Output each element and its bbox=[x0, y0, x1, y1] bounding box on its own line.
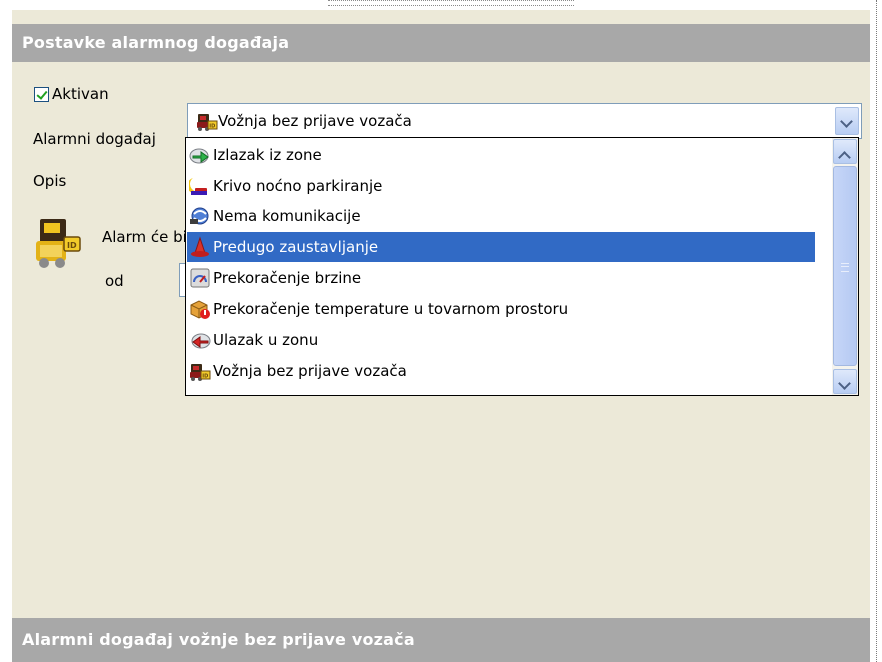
list-item[interactable]: Nema komunikacije bbox=[187, 201, 815, 231]
selected-event-label: Vožnja bez prijave vozača bbox=[218, 112, 412, 130]
list-item-label: Izlazak iz zone bbox=[213, 146, 322, 164]
list-item[interactable]: Prekoračenje brzine bbox=[187, 263, 815, 293]
traffic-cone-icon bbox=[191, 236, 209, 257]
dropdown-button[interactable] bbox=[835, 107, 859, 135]
window-border bbox=[876, 0, 877, 662]
truck-id-icon: ID bbox=[197, 114, 218, 131]
list-item[interactable]: Krivo noćno parkiranje bbox=[187, 171, 815, 201]
scroll-thumb[interactable] bbox=[833, 166, 857, 366]
active-checkbox-label: Aktivan bbox=[52, 85, 109, 103]
speedometer-icon bbox=[190, 268, 210, 288]
description-label: Opis bbox=[33, 172, 67, 190]
section-footer-title: Alarmni događaj vožnje bez prijave vozač… bbox=[12, 618, 870, 662]
chevron-down-icon bbox=[840, 115, 853, 128]
list-item-label: Prekoračenje brzine bbox=[213, 269, 362, 287]
list-item-label: Prekoračenje temperature u tovarnom pros… bbox=[213, 300, 569, 318]
alarm-event-select[interactable]: ID Vožnja bez prijave vozača bbox=[187, 103, 862, 139]
event-dropdown-list[interactable]: Izlazak iz zone Krivo noćno parkiranje N… bbox=[185, 137, 859, 396]
alarm-event-label: Alarmni događaj bbox=[33, 130, 156, 148]
night-parking-icon bbox=[189, 178, 207, 195]
grip-icon bbox=[841, 263, 849, 272]
alarm-will-be-label: Alarm će bit bbox=[102, 228, 193, 246]
active-checkbox[interactable] bbox=[34, 86, 49, 102]
dropdown-scrollbar[interactable] bbox=[832, 138, 858, 395]
splitter-grip[interactable] bbox=[328, 0, 574, 6]
list-item-label: Predugo zaustavljanje bbox=[213, 238, 379, 256]
list-item[interactable]: Izlazak iz zone bbox=[187, 140, 815, 170]
zone-entry-icon bbox=[191, 333, 211, 349]
from-label: od bbox=[105, 272, 124, 290]
active-checkbox-row[interactable]: Aktivan bbox=[34, 84, 109, 104]
list-item-label: Vožnja bez prijave vozača bbox=[213, 362, 407, 380]
svg-text:ID: ID bbox=[209, 124, 215, 130]
chevron-down-icon bbox=[838, 377, 851, 390]
svg-text:ID: ID bbox=[202, 374, 208, 380]
list-item-label: Krivo noćno parkiranje bbox=[213, 177, 383, 195]
list-item[interactable]: Ulazak u zonu bbox=[187, 325, 815, 355]
truck-id-icon: ID bbox=[36, 219, 81, 268]
list-item[interactable]: Prekoračenje temperature u tovarnom pros… bbox=[187, 294, 815, 324]
chevron-up-icon bbox=[838, 151, 851, 164]
truck-id-icon: ID bbox=[190, 364, 211, 381]
no-communication-icon bbox=[190, 207, 209, 225]
svg-text:ID: ID bbox=[67, 241, 77, 250]
zone-exit-icon bbox=[189, 148, 209, 164]
scroll-up-button[interactable] bbox=[833, 139, 857, 164]
cargo-temperature-icon bbox=[190, 300, 210, 319]
list-item-label: Ulazak u zonu bbox=[213, 331, 319, 349]
list-item-highlighted[interactable]: Predugo zaustavljanje bbox=[187, 232, 815, 262]
scroll-down-button[interactable] bbox=[833, 369, 857, 394]
selected-event: ID Vožnja bez prijave vozača bbox=[196, 111, 412, 131]
list-item-label: Nema komunikacije bbox=[213, 207, 361, 225]
section-header: Postavke alarmnog događaja bbox=[12, 24, 870, 62]
list-item[interactable]: ID Vožnja bez prijave vozača bbox=[187, 356, 815, 386]
